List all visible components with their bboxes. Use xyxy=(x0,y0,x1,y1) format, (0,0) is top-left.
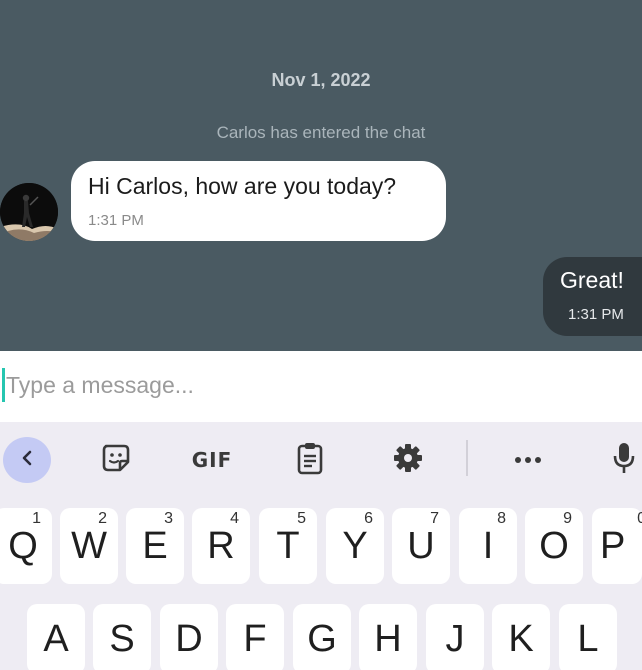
key-j[interactable]: J xyxy=(426,604,484,670)
key-g[interactable]: G xyxy=(293,604,351,670)
more-icon xyxy=(513,451,543,469)
key-label: U xyxy=(407,524,435,567)
key-label: G xyxy=(307,617,337,660)
key-label: T xyxy=(276,524,300,567)
key-l[interactable]: L xyxy=(559,604,617,670)
settings-button[interactable] xyxy=(384,440,432,480)
key-p[interactable]: P 0 xyxy=(592,508,642,584)
key-y[interactable]: Y 6 xyxy=(326,508,384,584)
key-q[interactable]: Q 1 xyxy=(0,508,52,584)
key-o[interactable]: O 9 xyxy=(525,508,583,584)
key-hint: 7 xyxy=(430,510,439,527)
key-label: Y xyxy=(342,524,368,567)
key-hint: 0 xyxy=(637,510,642,527)
key-w[interactable]: W 2 xyxy=(60,508,118,584)
key-label: H xyxy=(374,617,402,660)
message-timestamp: 1:31 PM xyxy=(568,306,624,323)
message-input[interactable] xyxy=(0,365,642,405)
key-u[interactable]: U 7 xyxy=(392,508,450,584)
key-i[interactable]: I 8 xyxy=(459,508,517,584)
key-t[interactable]: T 5 xyxy=(259,508,317,584)
key-hint: 4 xyxy=(230,510,239,527)
message-composer xyxy=(0,351,642,422)
keyboard-toolbar: GIF xyxy=(0,422,642,497)
key-label: S xyxy=(109,617,135,660)
key-label: D xyxy=(175,617,203,660)
key-h[interactable]: H xyxy=(359,604,417,670)
key-hint: 1 xyxy=(32,510,41,527)
key-s[interactable]: S xyxy=(93,604,151,670)
key-label: R xyxy=(207,524,235,567)
more-button[interactable] xyxy=(504,440,552,480)
message-timestamp: 1:31 PM xyxy=(88,212,144,229)
keyboard: G I F Q 1 W 2 E 3 R 4 T 5 Y 6 U 7 I 8 O 9 … xyxy=(0,422,642,670)
chevron-left-icon xyxy=(17,448,37,473)
date-separator: Nov 1, 2022 xyxy=(271,70,371,90)
system-message: Carlos has entered the chat xyxy=(216,123,426,142)
sticker-icon xyxy=(100,442,132,479)
clipboard-icon xyxy=(296,441,324,480)
key-k[interactable]: K xyxy=(492,604,550,670)
key-label: L xyxy=(577,617,599,660)
key-hint: 2 xyxy=(98,510,107,527)
message-text: Hi Carlos, how are you today? xyxy=(88,173,397,199)
key-hint: 3 xyxy=(164,510,173,527)
key-r[interactable]: R 4 xyxy=(192,508,250,584)
incoming-message-bubble[interactable]: Hi Carlos, how are you today? 1:31 PM xyxy=(71,161,446,241)
key-label: W xyxy=(71,524,107,567)
key-a[interactable]: A xyxy=(27,604,85,670)
key-e[interactable]: E 3 xyxy=(126,508,184,584)
sticker-button[interactable] xyxy=(92,440,140,480)
avatar[interactable] xyxy=(0,183,58,241)
microphone-icon xyxy=(612,441,636,480)
key-hint: 8 xyxy=(497,510,506,527)
key-d[interactable]: D xyxy=(160,604,218,670)
key-label: A xyxy=(43,617,69,660)
key-label: I xyxy=(482,524,494,567)
key-label: E xyxy=(142,524,168,567)
clipboard-button[interactable] xyxy=(286,440,334,480)
message-text: Great! xyxy=(560,267,624,293)
gif-icon: GIF xyxy=(191,448,233,472)
key-hint: 5 xyxy=(297,510,306,527)
key-label: K xyxy=(508,617,534,660)
key-label: Q xyxy=(8,524,38,567)
key-label: P xyxy=(600,524,626,567)
keyboard-back-button[interactable] xyxy=(3,437,51,483)
gear-icon xyxy=(392,442,424,479)
key-f[interactable]: F xyxy=(226,604,284,670)
key-label: J xyxy=(445,617,465,660)
toolbar-divider xyxy=(466,440,468,476)
chat-area: Nov 1, 2022 Carlos has entered the chat … xyxy=(0,0,642,351)
key-label: F xyxy=(243,617,267,660)
gif-button[interactable]: GIF xyxy=(188,440,236,480)
key-hint: 9 xyxy=(563,510,572,527)
key-label: O xyxy=(539,524,569,567)
outgoing-message-bubble[interactable]: Great! 1:31 PM xyxy=(543,257,642,336)
key-hint: 6 xyxy=(364,510,373,527)
voice-input-button[interactable] xyxy=(600,440,642,480)
